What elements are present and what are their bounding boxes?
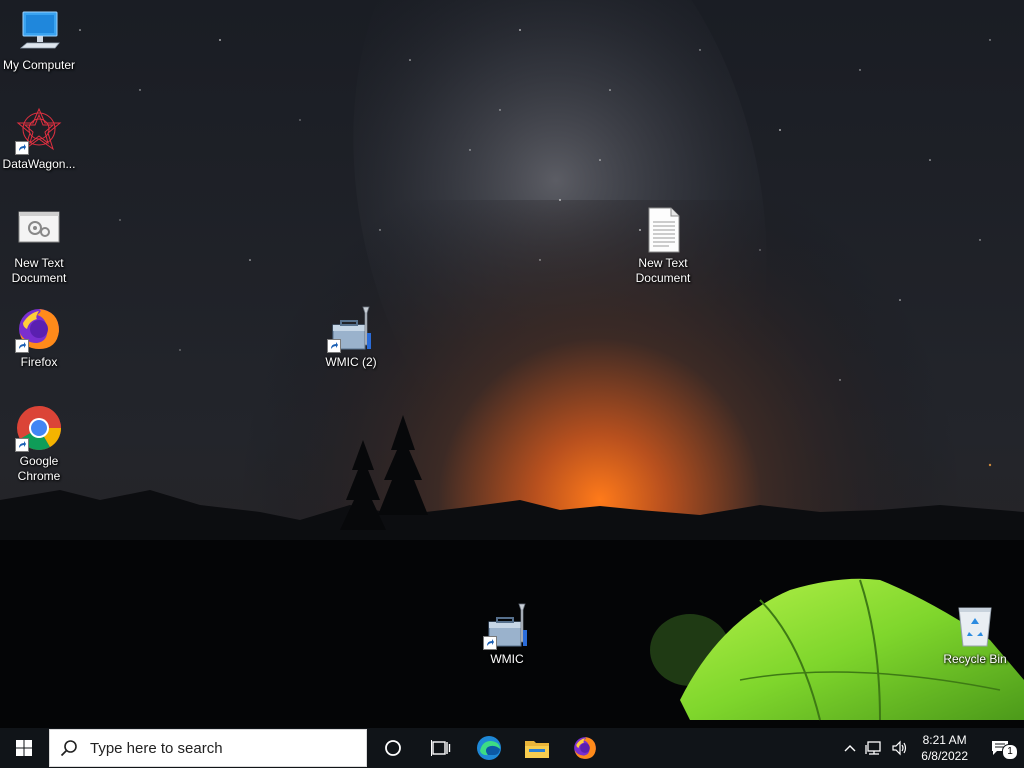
- desktop-icon-new-text-document-1[interactable]: New Text Document: [1, 206, 77, 286]
- datawagon-icon: [15, 107, 63, 155]
- start-button[interactable]: [0, 728, 48, 768]
- notification-count-badge: 1: [1002, 744, 1018, 760]
- shortcut-arrow-icon: [15, 339, 29, 353]
- search-input[interactable]: [88, 738, 352, 758]
- taskbar: 8:21 AM 6/8/2022 1: [0, 728, 1024, 768]
- task-view-button[interactable]: [417, 728, 465, 768]
- search-icon: [50, 739, 88, 757]
- desktop-icon-label: Firefox: [20, 355, 58, 369]
- computer-icon: [15, 8, 63, 56]
- taskbar-edge[interactable]: [465, 728, 513, 768]
- chevron-up-icon: [844, 745, 856, 752]
- cortana-button[interactable]: [369, 728, 417, 768]
- desktop-icon-label: WMIC (2): [325, 355, 377, 369]
- clock-date: 6/8/2022: [921, 749, 968, 763]
- toolbox-icon: [327, 305, 375, 353]
- taskbar-search-box[interactable]: [49, 729, 367, 767]
- network-icon: [865, 741, 881, 755]
- desktop-icon-label: My Computer: [2, 58, 76, 72]
- taskbar-file-explorer[interactable]: [513, 728, 561, 768]
- chrome-icon: [15, 404, 63, 452]
- firefox-icon: [15, 305, 63, 353]
- shortcut-arrow-icon: [327, 339, 341, 353]
- system-tray: 8:21 AM 6/8/2022 1: [839, 728, 1024, 768]
- network-button[interactable]: [861, 728, 887, 768]
- show-hidden-icons-button[interactable]: [839, 728, 861, 768]
- desktop-icon-firefox[interactable]: Firefox: [1, 305, 77, 370]
- shortcut-arrow-icon: [15, 438, 29, 452]
- desktop-icon-label: DataWagon...: [2, 157, 76, 171]
- taskbar-clock[interactable]: 8:21 AM 6/8/2022: [913, 732, 976, 764]
- file-explorer-icon: [525, 741, 549, 758]
- settings-window-icon: [15, 206, 63, 254]
- desktop-icon-label: New Text Document: [635, 256, 691, 285]
- desktop-icon-new-text-document-2[interactable]: New Text Document: [625, 206, 701, 286]
- desktop-icon-label: WMIC: [490, 652, 524, 666]
- desktop-icon-label: Recycle Bin: [943, 652, 1007, 666]
- firefox-icon: [574, 737, 596, 759]
- desktop-icon-wmic[interactable]: WMIC: [469, 602, 545, 667]
- desktop-icon-google-chrome[interactable]: Google Chrome: [1, 404, 77, 484]
- task-view-icon: [431, 740, 451, 756]
- windows-logo-icon: [16, 740, 32, 756]
- clock-time: 8:21 AM: [922, 733, 967, 747]
- desktop-icon-datawagon[interactable]: DataWagon...: [1, 107, 77, 172]
- desktop-icon-label: New Text Document: [11, 256, 67, 285]
- volume-button[interactable]: [887, 728, 913, 768]
- desktop-icon-my-computer[interactable]: My Computer: [1, 8, 77, 73]
- toolbox-icon: [483, 602, 531, 650]
- desktop-icon-recycle-bin[interactable]: Recycle Bin: [937, 602, 1013, 667]
- recycle-bin-icon: [951, 602, 999, 650]
- desktop-icon-label: Google Chrome: [17, 454, 61, 483]
- desktop-icon-wmic-2[interactable]: WMIC (2): [313, 305, 389, 370]
- edge-icon: [477, 736, 501, 760]
- taskbar-firefox[interactable]: [561, 728, 609, 768]
- volume-icon: [892, 740, 907, 756]
- shortcut-arrow-icon: [483, 636, 497, 650]
- action-center-button[interactable]: 1: [976, 728, 1024, 768]
- shortcut-arrow-icon: [15, 141, 29, 155]
- cortana-icon: [385, 740, 401, 756]
- text-document-icon: [639, 206, 687, 254]
